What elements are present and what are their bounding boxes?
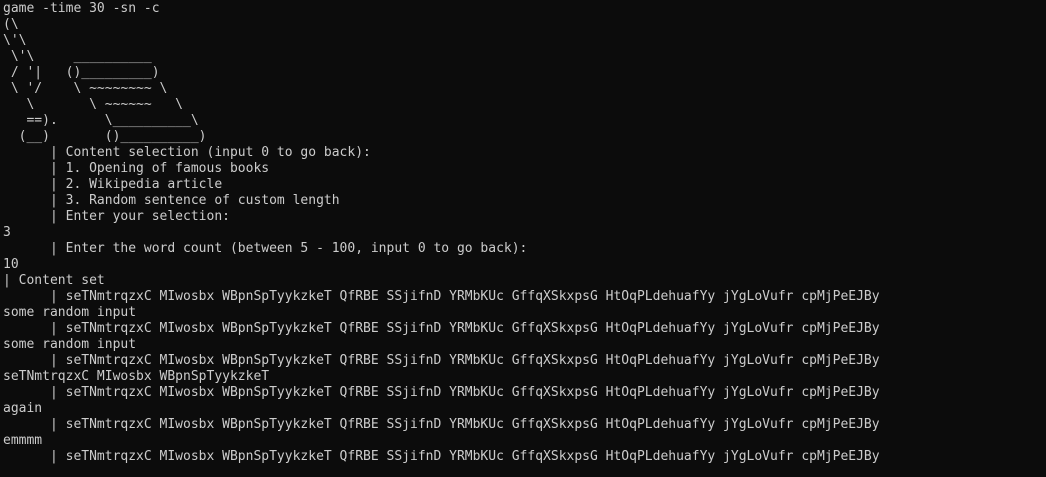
user-input-line: emmmm — [3, 433, 43, 448]
user-input-line: 10 — [3, 257, 19, 272]
ascii-art-line: \'\ __________ — [3, 49, 152, 64]
target-sentence-line: | seTNmtrqzxC MIwosbx WBpnSpTyykzkeT QfR… — [3, 289, 880, 304]
menu-option: | 1. Opening of famous books — [3, 161, 270, 176]
ascii-art-line: ==). \__________\ — [3, 113, 199, 128]
user-input-line: some random input — [3, 305, 137, 320]
ascii-art-line: \ \ ~~~~~~ \ — [3, 97, 184, 112]
target-sentence-line: | seTNmtrqzxC MIwosbx WBpnSpTyykzkeT QfR… — [3, 449, 880, 464]
target-sentence-line: | seTNmtrqzxC MIwosbx WBpnSpTyykzkeT QfR… — [3, 353, 880, 368]
ascii-art-line: / '| ()_________) — [3, 65, 160, 80]
terminal-window[interactable]: game -time 30 -sn -c (\ \'\ \'\ ________… — [0, 0, 1046, 477]
ascii-art-line: (__) ()__________) — [3, 129, 207, 144]
menu-option: | 2. Wikipedia article — [3, 177, 223, 192]
ascii-art-line: (\ — [3, 17, 19, 32]
word-count-prompt: | Enter the word count (between 5 - 100,… — [3, 241, 528, 256]
ascii-art-line: \'\ — [3, 33, 27, 48]
selection-prompt: | Enter your selection: — [3, 209, 230, 224]
menu-title: | Content selection (input 0 to go back)… — [3, 145, 371, 160]
target-sentence-line: | seTNmtrqzxC MIwosbx WBpnSpTyykzkeT QfR… — [3, 417, 880, 432]
ascii-art-line: \ '/ \ ~~~~~~~~ \ — [3, 81, 168, 96]
command-line: game -time 30 -sn -c — [3, 1, 160, 16]
target-sentence-line: | seTNmtrqzxC MIwosbx WBpnSpTyykzkeT QfR… — [3, 385, 880, 400]
user-input-line: some random input — [3, 337, 137, 352]
user-input-line: again — [3, 401, 43, 416]
status-line: | Content set — [3, 273, 105, 288]
menu-option: | 3. Random sentence of custom length — [3, 193, 340, 208]
user-input-line: 3 — [3, 225, 11, 240]
user-input-line: seTNmtrqzxC MIwosbx WBpnSpTyykzkeT — [3, 369, 270, 384]
target-sentence-line: | seTNmtrqzxC MIwosbx WBpnSpTyykzkeT QfR… — [3, 321, 880, 336]
